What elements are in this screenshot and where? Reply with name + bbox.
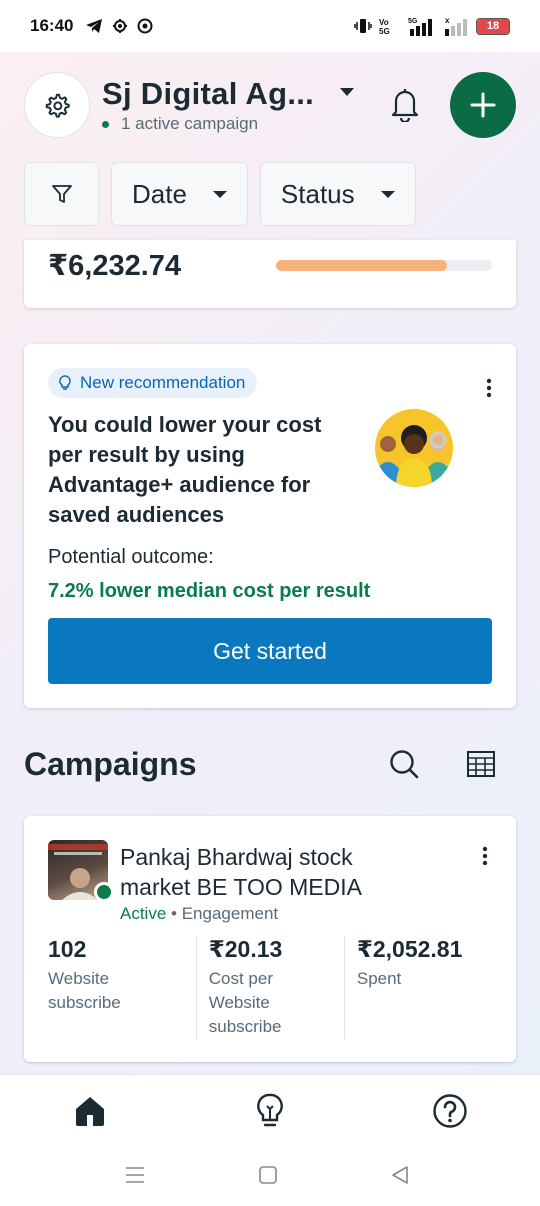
notifications-button[interactable] (388, 86, 422, 127)
menu-lines-icon (126, 1167, 144, 1183)
chrome-icon (137, 18, 153, 34)
search-icon (390, 750, 419, 779)
active-dot-icon (102, 120, 109, 128)
bottom-navigation (0, 1074, 540, 1206)
filter-bar: Date Status (24, 162, 416, 226)
app-icon (113, 19, 128, 33)
square-icon (259, 1166, 277, 1184)
battery-icon: 18 (476, 17, 510, 35)
status-filter-label: Status (280, 178, 355, 209)
status-separator: • (171, 904, 177, 923)
audience-illustration (375, 409, 453, 487)
metric-cost-per-result: ₹20.13 Cost per Website subscribe (195, 936, 344, 1039)
recommendation-more-button[interactable] (486, 378, 492, 403)
metric-value: ₹20.13 (208, 936, 283, 962)
status-filter[interactable]: Status (259, 162, 416, 226)
svg-text:5G: 5G (379, 27, 390, 35)
budget-progress-bar (276, 260, 492, 271)
active-campaign-count: 1 active campaign (121, 114, 259, 133)
campaign-metrics: 102 Website subscribe ₹20.13 Cost per We… (48, 936, 492, 1039)
recommendation-badge-label: New recommendation (80, 373, 246, 392)
system-back-button[interactable] (388, 1163, 412, 1187)
table-grid-icon (467, 751, 495, 777)
metric-label: Website subscribe (48, 969, 121, 1012)
plus-icon (470, 92, 496, 118)
campaign-search-button[interactable] (388, 748, 420, 785)
signal-icon: 5G (408, 18, 432, 36)
signal-2-icon: x (445, 16, 467, 36)
system-home-button[interactable] (256, 1163, 280, 1187)
campaign-name[interactable]: Pankaj Bhardwaj stock market BE TOO MEDI… (120, 842, 420, 902)
status-system-icons: Vo 5G 5G x 18 (354, 16, 510, 36)
volte-icon: Vo5G (379, 18, 390, 35)
metric-value: ₹2,052.81 (356, 936, 463, 962)
battery-level: 18 (486, 20, 500, 32)
potential-outcome-value: 7.2% lower median cost per result (48, 580, 371, 602)
table-view-button[interactable] (466, 750, 496, 783)
campaign-more-button[interactable] (482, 846, 488, 871)
metric-results: 102 Website subscribe (48, 936, 196, 1039)
nav-insights[interactable] (250, 1091, 290, 1131)
help-icon (433, 1094, 467, 1128)
more-vertical-icon (482, 846, 488, 866)
chevron-down-icon (212, 190, 227, 198)
svg-text:5G: 5G (408, 18, 418, 25)
settings-button[interactable] (24, 72, 90, 138)
metric-label: Spent (356, 969, 402, 988)
potential-outcome-label: Potential outcome: (48, 546, 214, 568)
svg-text:x: x (445, 16, 450, 25)
campaign-status: Active (120, 904, 167, 923)
nav-help[interactable] (430, 1091, 470, 1131)
amount-spent: ₹6,232.74 (48, 250, 182, 282)
campaign-card[interactable]: Pankaj Bhardwaj stock market BE TOO MEDI… (24, 816, 516, 1062)
account-name[interactable]: Sj Digital Ag... (102, 76, 314, 112)
active-campaign-summary: 1 active campaign (102, 114, 258, 134)
date-filter-label: Date (132, 178, 187, 209)
vibrate-icon (354, 19, 372, 33)
back-triangle-icon (392, 1166, 408, 1184)
lightbulb-icon (59, 375, 71, 390)
svg-text:Vo: Vo (379, 18, 389, 27)
recommendation-badge: New recommendation (48, 368, 258, 398)
filter-button[interactable] (24, 162, 99, 226)
budget-progress-fill (276, 260, 447, 271)
chevron-down-icon[interactable] (340, 88, 354, 96)
get-started-button[interactable]: Get started (48, 618, 492, 684)
filter-funnel-icon (51, 185, 72, 203)
date-filter[interactable]: Date (111, 162, 248, 226)
home-icon (76, 1097, 104, 1126)
recommendation-title: You could lower your cost per result by … (48, 412, 322, 527)
status-notification-icons (85, 18, 153, 34)
account-header: Sj Digital Ag... 1 active campaign (0, 62, 540, 152)
metric-spent: ₹2,052.81 Spent (343, 936, 492, 1039)
chevron-down-icon (380, 190, 395, 198)
create-button[interactable] (450, 72, 516, 138)
telegram-icon (86, 19, 103, 33)
metric-value: 102 (48, 936, 87, 962)
metric-label: Cost per Website subscribe (208, 969, 282, 1036)
bell-icon (391, 89, 419, 124)
lightbulb-icon (257, 1093, 283, 1127)
campaign-status-line: Active • Engagement (120, 904, 278, 924)
more-vertical-icon (486, 378, 492, 398)
active-status-dot (94, 882, 114, 902)
recommendation-card: New recommendation You could lower your … (24, 344, 516, 708)
system-recents-button[interactable] (123, 1163, 147, 1187)
campaign-objective: Engagement (181, 904, 279, 923)
status-bar: 16:40 Vo 5G 5G x 18 (0, 0, 540, 52)
nav-home[interactable] (70, 1091, 110, 1131)
gear-icon (45, 93, 70, 118)
campaigns-heading: Campaigns (24, 746, 197, 782)
status-time: 16:40 (30, 16, 74, 35)
spend-summary-card[interactable]: ₹6,232.74 (24, 240, 516, 308)
